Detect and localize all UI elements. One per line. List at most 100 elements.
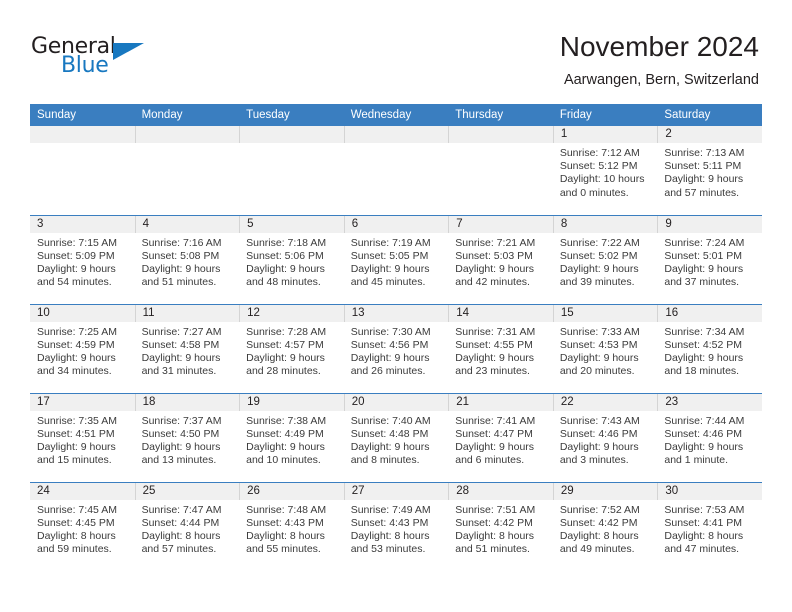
day-details: Sunrise: 7:31 AM Sunset: 4:55 PM Daylight:… — [448, 322, 553, 379]
daylight-text: Daylight: 8 hours and 59 minutes. — [37, 529, 116, 556]
weekday-header-friday: Friday — [552, 104, 658, 126]
calendar-day-cell[interactable]: 8 Sunrise: 7:22 AM Sunset: 5:02 PM Daylight… — [552, 215, 658, 305]
day-details: Sunrise: 7:18 AM Sunset: 5:06 PM Daylight:… — [239, 233, 344, 290]
day-number: 25 — [134, 482, 240, 500]
day-details: Sunrise: 7:48 AM Sunset: 4:43 PM Daylight:… — [239, 500, 344, 557]
daylight-text: Daylight: 8 hours and 55 minutes. — [246, 529, 325, 556]
calendar-day-cell[interactable]: 20 Sunrise: 7:40 AM Sunset: 4:48 PM Dayligh… — [343, 393, 449, 483]
daylight-text: Daylight: 9 hours and 51 minutes. — [141, 262, 221, 289]
day-details: Sunrise: 7:45 AM Sunset: 4:45 PM Daylight:… — [30, 500, 135, 557]
day-number: 2 — [657, 126, 762, 143]
calendar-day-cell[interactable]: 18 Sunrise: 7:37 AM Sunset: 4:50 PM Dayligh… — [134, 393, 240, 483]
calendar-day-cell[interactable]: 21 Sunrise: 7:41 AM Sunset: 4:47 PM Dayligh… — [448, 393, 553, 483]
day-number — [343, 126, 449, 143]
weekday-header-tuesday: Tuesday — [239, 104, 344, 126]
day-number: 22 — [552, 393, 658, 411]
daylight-text: Daylight: 9 hours and 10 minutes. — [246, 440, 325, 467]
calendar-day-cell[interactable]: 17 Sunrise: 7:35 AM Sunset: 4:51 PM Dayligh… — [30, 393, 135, 483]
calendar-day-cell[interactable]: 25 Sunrise: 7:47 AM Sunset: 4:44 PM Dayligh… — [134, 482, 240, 571]
day-details: Sunrise: 7:25 AM Sunset: 4:59 PM Daylight:… — [30, 322, 135, 379]
calendar-day-cell[interactable]: 14 Sunrise: 7:31 AM Sunset: 4:55 PM Dayligh… — [448, 304, 553, 394]
calendar-day-cell[interactable]: 4 Sunrise: 7:16 AM Sunset: 5:08 PM Daylight… — [134, 215, 240, 305]
sunset-text: Sunset: 4:49 PM — [246, 427, 324, 440]
day-number: 14 — [448, 304, 553, 322]
day-details: Sunrise: 7:16 AM Sunset: 5:08 PM Daylight:… — [135, 233, 240, 290]
calendar-cell-empty — [134, 126, 240, 216]
day-details: Sunrise: 7:53 AM Sunset: 4:41 PM Daylight:… — [657, 500, 762, 557]
calendar-day-cell[interactable]: 28 Sunrise: 7:51 AM Sunset: 4:42 PM Dayligh… — [448, 482, 553, 571]
calendar-day-cell[interactable]: 30 Sunrise: 7:53 AM Sunset: 4:41 PM Dayligh… — [657, 482, 762, 571]
sunrise-text: Sunrise: 7:53 AM — [664, 503, 745, 516]
calendar-day-cell[interactable]: 11 Sunrise: 7:27 AM Sunset: 4:58 PM Dayligh… — [134, 304, 240, 394]
sunset-text: Sunset: 4:57 PM — [246, 338, 324, 351]
day-number: 12 — [239, 304, 344, 322]
calendar-day-cell[interactable]: 9 Sunrise: 7:24 AM Sunset: 5:01 PM Daylight… — [657, 215, 762, 305]
calendar-day-cell[interactable]: 2 Sunrise: 7:13 AM Sunset: 5:11 PM Daylight… — [657, 126, 762, 216]
daylight-text: Daylight: 8 hours and 47 minutes. — [664, 529, 744, 556]
daylight-text: Daylight: 10 hours and 0 minutes. — [559, 173, 645, 199]
day-details: Sunrise: 7:33 AM Sunset: 4:53 PM Daylight:… — [553, 322, 658, 379]
calendar-day-cell[interactable]: 7 Sunrise: 7:21 AM Sunset: 5:03 PM Daylight… — [448, 215, 553, 305]
calendar-body: 1 Sunrise: 7:12 AM Sunset: 5:12 PM Daylight… — [30, 126, 762, 571]
calendar-day-cell[interactable]: 10 Sunrise: 7:25 AM Sunset: 4:59 PM Dayligh… — [30, 304, 135, 394]
sunrise-text: Sunrise: 7:47 AM — [141, 503, 222, 516]
day-details: Sunrise: 7:19 AM Sunset: 5:05 PM Daylight:… — [344, 233, 449, 290]
calendar-day-cell[interactable]: 3 Sunrise: 7:15 AM Sunset: 5:09 PM Daylight… — [30, 215, 135, 305]
sunrise-text: Sunrise: 7:30 AM — [350, 325, 431, 338]
day-details: Sunrise: 7:37 AM Sunset: 4:50 PM Daylight:… — [135, 411, 240, 468]
sunrise-text: Sunrise: 7:40 AM — [350, 414, 431, 427]
calendar-day-cell[interactable]: 23 Sunrise: 7:44 AM Sunset: 4:46 PM Dayligh… — [657, 393, 762, 483]
sunrise-text: Sunrise: 7:33 AM — [559, 325, 640, 338]
calendar-day-cell[interactable]: 13 Sunrise: 7:30 AM Sunset: 4:56 PM Dayligh… — [343, 304, 449, 394]
sunrise-text: Sunrise: 7:31 AM — [455, 325, 536, 338]
day-number: 3 — [30, 215, 135, 233]
daylight-text: Daylight: 9 hours and 45 minutes. — [350, 262, 430, 289]
calendar-day-cell[interactable]: 12 Sunrise: 7:28 AM Sunset: 4:57 PM Dayligh… — [239, 304, 344, 394]
page-title: November 2024 — [559, 31, 759, 62]
daylight-text: Daylight: 9 hours and 31 minutes. — [141, 351, 221, 378]
page-header: General Blue November 2024 Aarwangen, Be… — [0, 0, 792, 104]
sunset-text: Sunset: 4:45 PM — [37, 516, 115, 529]
calendar-day-cell[interactable]: 15 Sunrise: 7:33 AM Sunset: 4:53 PM Dayligh… — [552, 304, 658, 394]
day-number — [239, 126, 344, 143]
sunset-text: Sunset: 4:48 PM — [350, 427, 429, 440]
day-number: 26 — [239, 482, 344, 500]
sunset-text: Sunset: 4:43 PM — [350, 516, 429, 529]
general-blue-logo[interactable]: General Blue — [31, 36, 231, 86]
daylight-text: Daylight: 8 hours and 51 minutes. — [455, 529, 535, 556]
calendar-day-cell[interactable]: 22 Sunrise: 7:43 AM Sunset: 4:46 PM Dayligh… — [552, 393, 658, 483]
sunset-text: Sunset: 4:46 PM — [664, 427, 743, 440]
sunrise-text: Sunrise: 7:27 AM — [141, 325, 222, 338]
calendar-day-cell[interactable]: 19 Sunrise: 7:38 AM Sunset: 4:49 PM Dayligh… — [239, 393, 344, 483]
calendar-cell-empty — [239, 126, 344, 216]
sunset-text: Sunset: 4:46 PM — [559, 427, 638, 440]
sunrise-text: Sunrise: 7:24 AM — [664, 236, 745, 249]
daylight-text: Daylight: 9 hours and 37 minutes. — [664, 262, 744, 289]
sunset-text: Sunset: 5:09 PM — [37, 249, 115, 262]
sunset-text: Sunset: 4:42 PM — [455, 516, 533, 529]
sunrise-text: Sunrise: 7:18 AM — [246, 236, 327, 249]
calendar-day-cell[interactable]: 27 Sunrise: 7:49 AM Sunset: 4:43 PM Dayligh… — [343, 482, 449, 571]
calendar-day-cell[interactable]: 29 Sunrise: 7:52 AM Sunset: 4:42 PM Dayligh… — [552, 482, 658, 571]
calendar-day-cell[interactable]: 6 Sunrise: 7:19 AM Sunset: 5:05 PM Daylight… — [343, 215, 449, 305]
daylight-text: Daylight: 9 hours and 54 minutes. — [37, 262, 116, 289]
sunrise-text: Sunrise: 7:34 AM — [664, 325, 745, 338]
calendar-day-cell[interactable]: 26 Sunrise: 7:48 AM Sunset: 4:43 PM Dayligh… — [239, 482, 344, 571]
sunset-text: Sunset: 4:41 PM — [664, 516, 743, 529]
day-details: Sunrise: 7:40 AM Sunset: 4:48 PM Daylight:… — [344, 411, 449, 468]
sunrise-text: Sunrise: 7:25 AM — [37, 325, 117, 338]
day-number: 21 — [448, 393, 553, 411]
calendar-day-cell[interactable]: 16 Sunrise: 7:34 AM Sunset: 4:52 PM Dayligh… — [657, 304, 762, 394]
day-number: 8 — [552, 215, 658, 233]
day-details: Sunrise: 7:43 AM Sunset: 4:46 PM Daylight:… — [553, 411, 658, 468]
calendar-day-cell[interactable]: 1 Sunrise: 7:12 AM Sunset: 5:12 PM Daylight… — [552, 126, 658, 216]
day-details: Sunrise: 7:52 AM Sunset: 4:42 PM Daylight:… — [553, 500, 658, 557]
sunset-text: Sunset: 4:50 PM — [141, 427, 220, 440]
day-number: 5 — [239, 215, 344, 233]
day-number — [134, 126, 240, 143]
calendar-day-cell[interactable]: 5 Sunrise: 7:18 AM Sunset: 5:06 PM Daylight… — [239, 215, 344, 305]
calendar-day-cell[interactable]: 24 Sunrise: 7:45 AM Sunset: 4:45 PM Dayligh… — [30, 482, 135, 571]
calendar-week-row: 1 Sunrise: 7:12 AM Sunset: 5:12 PM Daylight… — [30, 126, 762, 216]
day-details: Sunrise: 7:34 AM Sunset: 4:52 PM Daylight:… — [657, 322, 762, 379]
day-number: 27 — [343, 482, 449, 500]
